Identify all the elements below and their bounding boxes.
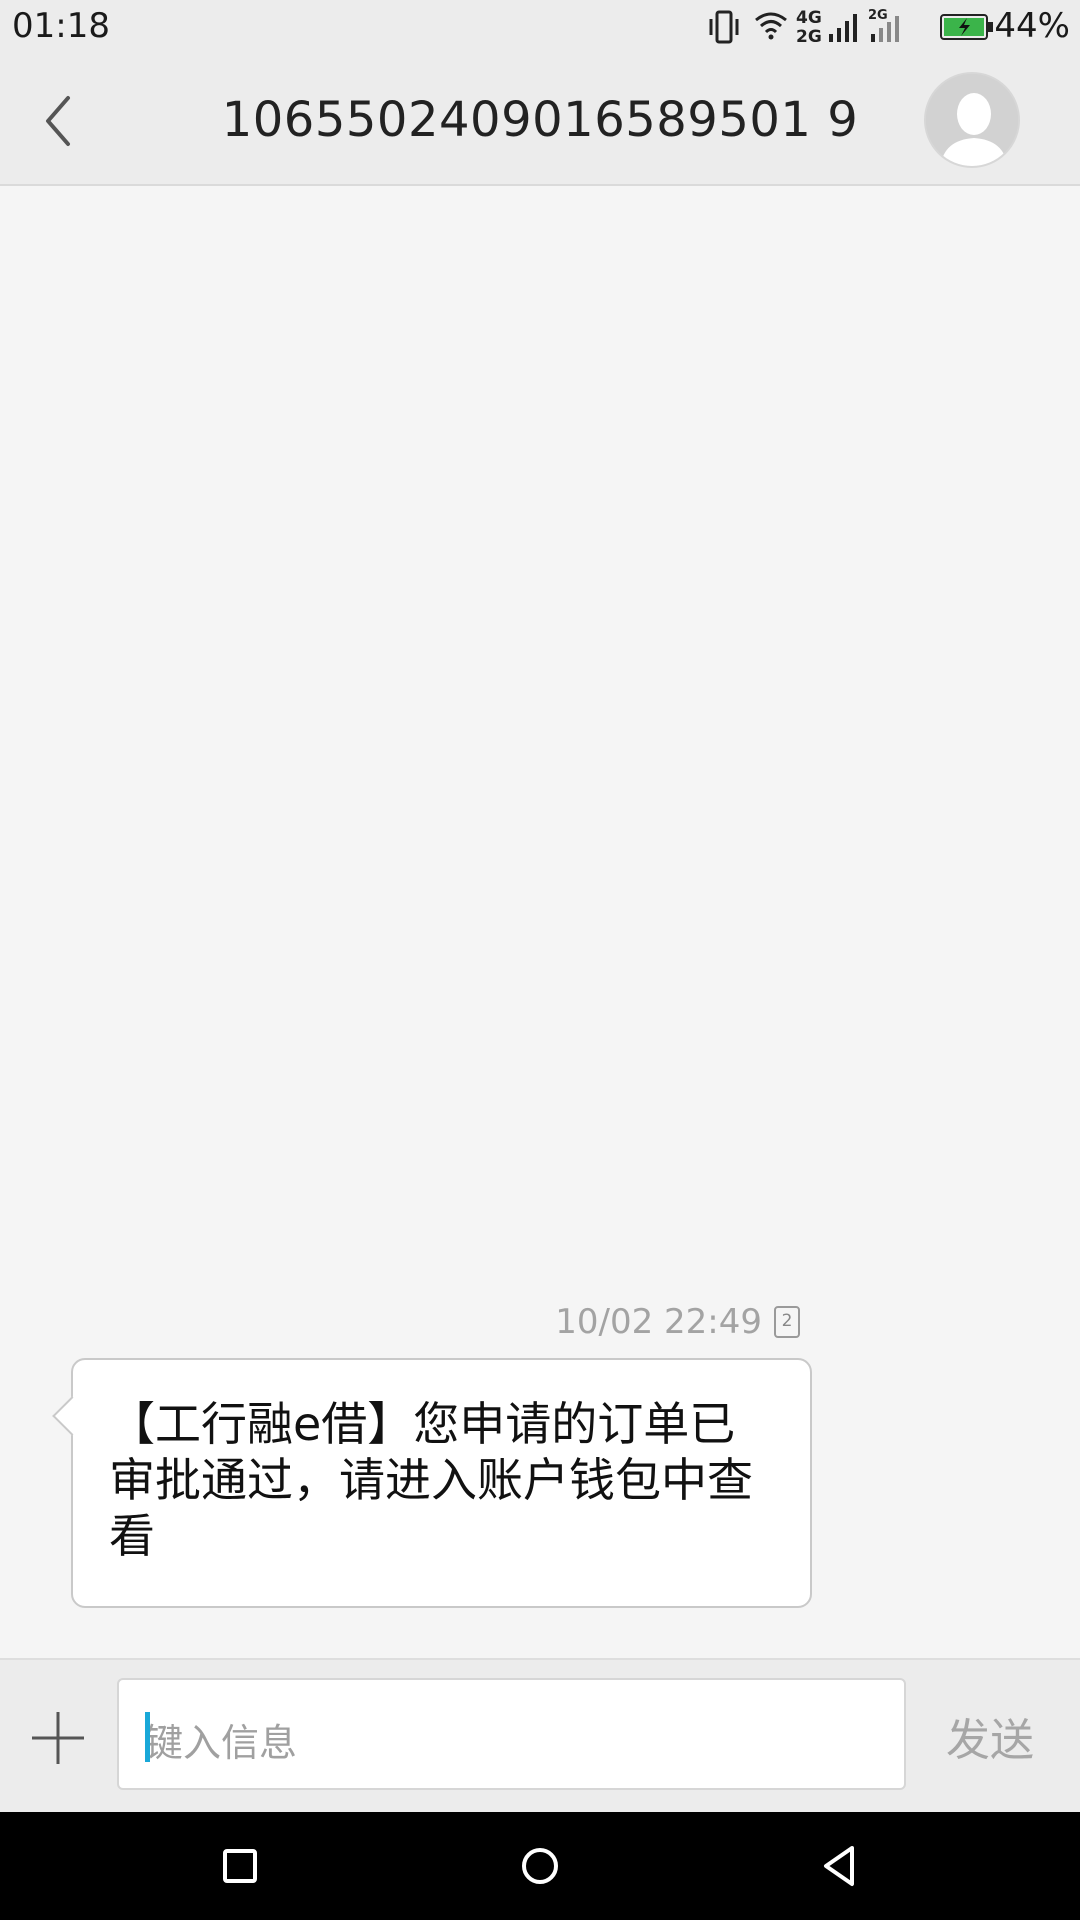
recent-apps-icon (223, 1849, 257, 1883)
send-button[interactable]: 发送 (946, 1704, 1034, 1768)
status-bar: 01:18 4G 2G 2G 44% (0, 0, 1080, 56)
sms-conversation-screen: 01:18 4G 2G 2G 44% 1065502409016589501 9… (0, 0, 1080, 1920)
battery-percentage: 44% (994, 6, 1070, 46)
status-time: 01:18 (12, 6, 110, 46)
home-button[interactable] (510, 1836, 570, 1896)
back-button[interactable] (30, 86, 90, 156)
message-meta: 10/02 22:49 2 (555, 1302, 800, 1342)
home-icon (522, 1848, 558, 1884)
bubble-tail (52, 1396, 92, 1436)
conversation-header: 1065502409016589501 9 (0, 56, 1080, 186)
chevron-left-icon (46, 96, 70, 146)
navigation-bar (0, 1812, 1080, 1920)
sim-slot-icon: 2 (774, 1306, 800, 1338)
recent-apps-button[interactable] (210, 1836, 270, 1896)
network-type-primary: 4G (796, 8, 822, 28)
contact-avatar[interactable] (924, 72, 1020, 168)
add-attachment-button[interactable] (28, 1708, 88, 1768)
message-text: 【工行融e借】您申请的订单已审批通过，请进入账户钱包中查看 (109, 1397, 753, 1563)
system-back-button[interactable] (810, 1836, 870, 1896)
contact-number-title: 1065502409016589501 9 (221, 92, 859, 148)
plus-icon (32, 1712, 84, 1764)
vibrate-icon (709, 10, 739, 44)
message-timestamp: 10/02 22:49 (555, 1302, 762, 1342)
incoming-message-bubble[interactable]: 【工行融e借】您申请的订单已审批通过，请进入账户钱包中查看 (52, 1358, 812, 1608)
text-cursor (145, 1712, 150, 1762)
cellular-signal-sim1-icon: 4G 2G (796, 8, 860, 48)
person-silhouette-icon (926, 74, 1018, 166)
message-input-placeholder: 键入信息 (145, 1721, 298, 1765)
battery-charging-icon (940, 14, 993, 40)
network-type-secondary: 2G (796, 27, 822, 47)
wifi-icon (755, 12, 787, 40)
composer-bar: 键入信息 发送 (0, 1658, 1080, 1812)
message-list[interactable]: 10/02 22:49 2 【工行融e借】您申请的订单已审批通过，请进入账户钱包… (0, 188, 1080, 1658)
status-icons: 4G 2G 2G 44% (700, 0, 1080, 56)
message-input[interactable]: 键入信息 (117, 1678, 906, 1790)
cellular-signal-sim2-icon: 2G (868, 8, 912, 48)
back-icon (824, 1846, 854, 1886)
